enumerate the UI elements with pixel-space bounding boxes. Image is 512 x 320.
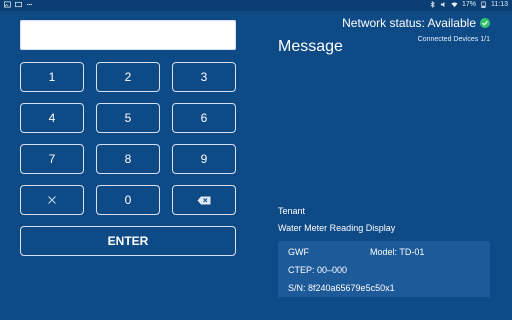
- key-7[interactable]: 7: [20, 144, 84, 174]
- bluetooth-icon: [430, 1, 435, 8]
- status-bar-left: [4, 1, 33, 8]
- image-icon: [4, 1, 11, 8]
- battery-icon: [481, 1, 486, 8]
- key-2[interactable]: 2: [96, 62, 160, 92]
- close-icon: [48, 196, 56, 204]
- pin-input[interactable]: [20, 20, 236, 50]
- connected-devices: Connected Devices 1/1: [417, 36, 490, 43]
- key-9[interactable]: 9: [172, 144, 236, 174]
- serial-number: S/N: 8f240a65679e5c50x1: [288, 283, 395, 293]
- enter-button[interactable]: ENTER: [20, 226, 236, 256]
- more-dots-icon: [27, 3, 32, 6]
- message-title: Message: [278, 38, 343, 55]
- key-5[interactable]: 5: [96, 103, 160, 133]
- device-info-panel: GWF Model: TD-01 CTEP: 00–000 S/N: 8f240…: [278, 241, 490, 297]
- status-bar: 17% 11:13: [0, 0, 512, 11]
- notification-icon: [15, 1, 22, 8]
- network-status: Network status: Available: [342, 16, 490, 30]
- key-1[interactable]: 1: [20, 62, 84, 92]
- key-4[interactable]: 4: [20, 103, 84, 133]
- key-6[interactable]: 6: [172, 103, 236, 133]
- battery-percent: 17%: [461, 1, 476, 8]
- key-8[interactable]: 8: [96, 144, 160, 174]
- manufacturer: GWF: [288, 247, 309, 257]
- ctep: CTEP: 00–000: [288, 265, 348, 275]
- backspace-button[interactable]: [172, 185, 236, 215]
- network-status-text: Network status: Available: [342, 16, 476, 30]
- mute-icon: [440, 1, 445, 8]
- clock: 11:13: [491, 1, 508, 8]
- status-bar-right: 17% 11:13: [429, 1, 508, 8]
- key-0[interactable]: 0: [96, 185, 160, 215]
- backspace-icon: [197, 196, 211, 204]
- display-label: Water Meter Reading Display: [278, 223, 396, 233]
- tenant-label: Tenant: [278, 206, 306, 216]
- model: Model: TD-01: [370, 247, 425, 257]
- clear-button[interactable]: [20, 185, 84, 215]
- key-3[interactable]: 3: [172, 62, 236, 92]
- wifi-icon: [451, 2, 458, 8]
- check-circle-icon: [480, 18, 490, 28]
